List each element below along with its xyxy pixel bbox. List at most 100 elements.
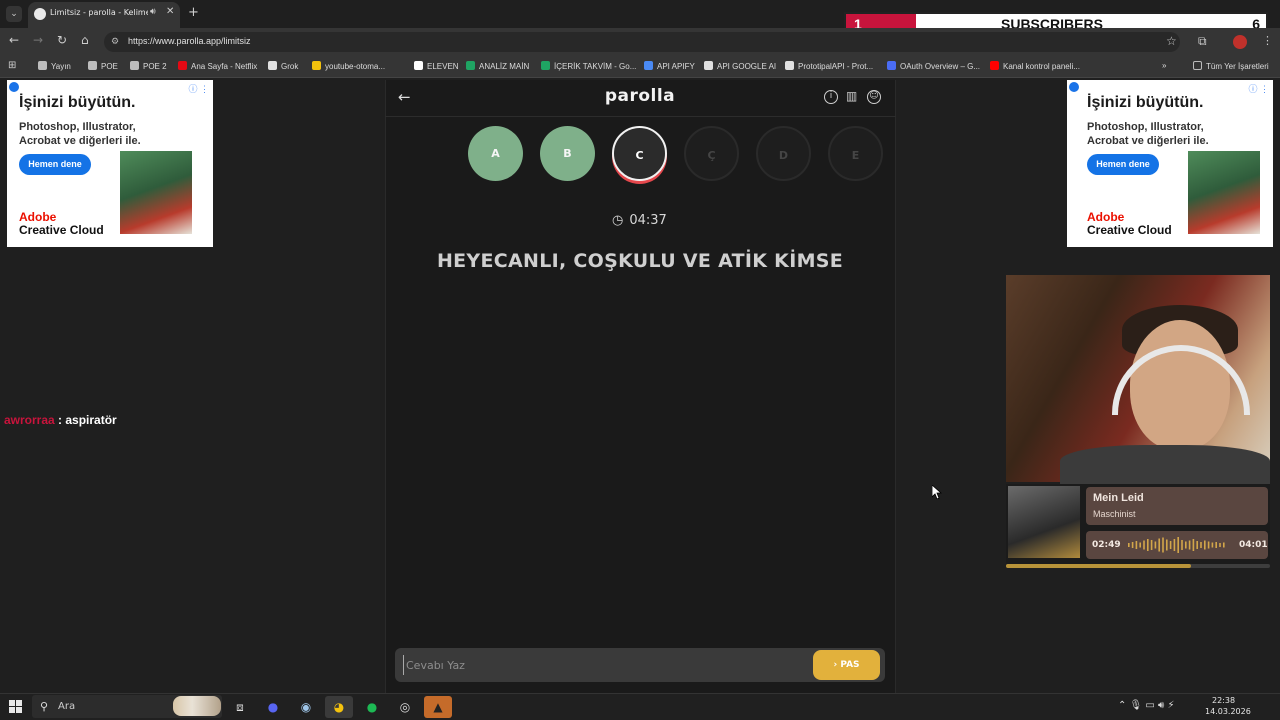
ad-options-icon[interactable]: ⓘ ⋮ xyxy=(1248,82,1269,95)
waveform-bar xyxy=(1196,541,1198,549)
waveform-bar xyxy=(1162,537,1164,553)
letter-circle: E xyxy=(828,126,883,181)
apps-grid-icon[interactable]: ⊞ xyxy=(8,60,16,71)
ad-headline: İşinizi büyütün. xyxy=(1087,94,1204,111)
bookmark-label: Ana Sayfa - Netflix xyxy=(191,62,258,71)
stats-icon[interactable]: ▥ xyxy=(846,89,857,103)
forward-arrow-icon[interactable]: → xyxy=(33,33,43,47)
profile-avatar[interactable] xyxy=(1233,35,1247,49)
waveform-bar xyxy=(1131,542,1134,548)
bookmark-label: PrototipalAPI - Prot... xyxy=(798,62,874,71)
ad-info-icon[interactable] xyxy=(9,82,19,92)
bookmark-item[interactable]: API APIFY xyxy=(644,61,695,71)
windows-start-icon[interactable] xyxy=(9,700,22,713)
bookmark-label: Grok xyxy=(281,62,299,71)
track-progress-bar[interactable] xyxy=(1006,564,1270,568)
ad-line2: Acrobat ve diğerleri ile. xyxy=(1087,135,1209,147)
bookmark-item[interactable]: POE 2 xyxy=(130,61,167,71)
chrome-menu-icon[interactable]: ⋮ xyxy=(1262,34,1273,47)
question-text: HEYECANLI, COŞKULU VE ATİK KİMSE xyxy=(436,250,844,272)
bookmark-favicon-icon xyxy=(466,61,475,70)
app-logo[interactable]: parolla xyxy=(560,86,720,106)
ad-info-icon[interactable] xyxy=(1069,82,1079,92)
bookmark-label: API APIFY xyxy=(657,62,695,71)
ad-text: Photoshop, Illustrator, Acrobat ve diğerl… xyxy=(19,120,141,148)
waveform-bar xyxy=(1128,543,1130,547)
waveform-bar xyxy=(1200,542,1202,548)
search-icon: ⚲ xyxy=(40,700,49,713)
ad-headline: İşinizi büyütün. xyxy=(19,94,136,111)
bookmark-label: API GOOGLE AI xyxy=(717,62,777,71)
bookmark-item[interactable]: ELEVEN xyxy=(414,61,459,71)
bookmark-label: POE 2 xyxy=(143,62,167,71)
task-view-icon[interactable]: ⧈ xyxy=(226,696,254,718)
bookmarks-more[interactable]: » xyxy=(1162,61,1166,70)
pass-button[interactable]: › PAS xyxy=(813,650,880,680)
discord-icon[interactable]: ● xyxy=(259,696,287,718)
bookmark-item[interactable]: OAuth Overview – G... xyxy=(887,61,980,71)
close-tab-icon[interactable]: ✕ xyxy=(166,6,174,17)
bookmark-favicon-icon xyxy=(38,61,47,70)
bookmark-star-icon[interactable]: ☆ xyxy=(1166,34,1177,48)
bookmark-item[interactable]: Yayın xyxy=(38,61,71,71)
system-tray[interactable]: ⌃ 🎙︎ ▭ 🔊︎ ⚡ xyxy=(1118,700,1175,711)
clock-time[interactable]: 22:38 xyxy=(1212,696,1235,705)
extensions-icon[interactable]: ⧉ xyxy=(1198,34,1207,49)
clock-date[interactable]: 14.03.2026 xyxy=(1205,707,1251,716)
url-text[interactable]: https://www.parolla.app/limitsiz xyxy=(128,36,251,46)
game-app-icon[interactable]: ▲ xyxy=(424,696,452,718)
back-arrow-icon[interactable]: ← xyxy=(398,88,411,106)
ad-options-icon[interactable]: ⓘ ⋮ xyxy=(188,82,209,95)
home-icon[interactable]: ⌂ xyxy=(81,33,89,47)
chat-username: awrorraa xyxy=(4,413,55,427)
bookmark-item[interactable]: API GOOGLE AI xyxy=(704,61,776,71)
ad-text: Photoshop, Illustrator, Acrobat ve diğerl… xyxy=(1087,120,1209,148)
bookmark-item[interactable]: youtube-otoma... xyxy=(312,61,385,71)
all-bookmarks[interactable]: Tüm Yer İşaretleri xyxy=(1193,61,1269,71)
folder-icon xyxy=(1193,61,1202,70)
spotify-icon[interactable]: ● xyxy=(358,696,386,718)
ad-cta-button[interactable]: Hemen dene xyxy=(1087,154,1159,175)
clock-icon: ◷ xyxy=(612,213,624,228)
ad-left[interactable]: ⓘ ⋮ İşinizi büyütün. Photoshop, Illustra… xyxy=(7,80,213,247)
new-tab-icon[interactable]: + xyxy=(188,5,199,20)
ad-cta-button[interactable]: Hemen dene xyxy=(19,154,91,175)
chrome-icon[interactable]: ◕ xyxy=(325,696,353,718)
bookmark-favicon-icon xyxy=(644,61,653,70)
mouse-cursor-icon xyxy=(932,485,942,499)
tab-search-button[interactable]: ⌄ xyxy=(6,6,22,22)
waveform-bar xyxy=(1177,537,1179,553)
bookmark-favicon-icon xyxy=(268,61,277,70)
ad-brand-adobe: Adobe xyxy=(1087,210,1125,224)
bookmark-label: ELEVEN xyxy=(427,62,459,71)
taskbar-search-text[interactable]: Ara xyxy=(58,701,75,712)
bookmark-favicon-icon xyxy=(414,61,423,70)
speaker-icon[interactable]: 🔊︎ xyxy=(150,7,156,17)
bookmark-item[interactable]: İÇERİK TAKVİM - Go... xyxy=(541,61,636,71)
back-arrow-icon[interactable]: ← xyxy=(9,33,19,47)
all-bookmarks-label: Tüm Yer İşaretleri xyxy=(1206,62,1269,71)
info-icon[interactable]: i xyxy=(824,90,838,104)
track-title: Mein Leid xyxy=(1093,492,1144,504)
bookmark-item[interactable]: ANALİZ MAİN xyxy=(466,61,529,71)
bookmark-favicon-icon xyxy=(541,61,550,70)
bookmark-item[interactable]: Kanal kontrol paneli... xyxy=(990,61,1080,71)
bookmark-item[interactable]: PrototipalAPI - Prot... xyxy=(785,61,873,71)
reload-icon[interactable]: ↻ xyxy=(57,33,67,47)
bookmark-favicon-icon xyxy=(88,61,97,70)
steam-icon[interactable]: ◉ xyxy=(292,696,320,718)
waveform-bar xyxy=(1173,539,1176,551)
ad-right[interactable]: ⓘ ⋮ İşinizi büyütün. Photoshop, Illustra… xyxy=(1067,80,1273,247)
letter-circle: B xyxy=(540,126,595,181)
bookmark-item[interactable]: Grok xyxy=(268,61,298,71)
waveform-bar xyxy=(1215,542,1217,548)
answer-input[interactable] xyxy=(403,655,803,675)
bookmark-item[interactable]: POE xyxy=(88,61,118,71)
user-icon[interactable]: ☺ xyxy=(867,90,881,104)
address-bar[interactable] xyxy=(104,32,1180,52)
waveform-bar xyxy=(1143,540,1145,550)
site-info-icon[interactable]: ⚙ xyxy=(111,37,119,47)
waveform-bar xyxy=(1223,542,1225,548)
obs-icon[interactable]: ◎ xyxy=(391,696,419,718)
bookmark-item[interactable]: Ana Sayfa - Netflix xyxy=(178,61,257,71)
